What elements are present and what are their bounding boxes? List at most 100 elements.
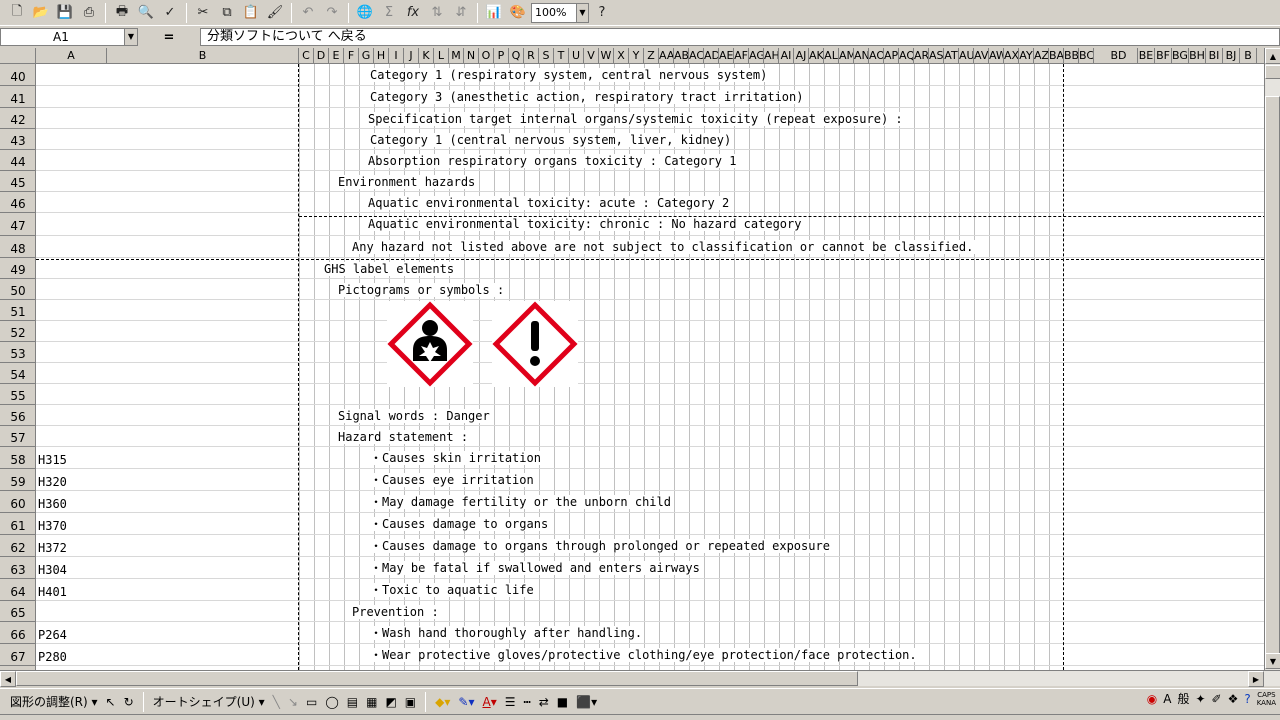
cell-text-67[interactable]: ・Wear protective gloves/protective cloth… — [370, 648, 919, 662]
row-header-58[interactable]: 58 — [0, 447, 36, 469]
row-header-43[interactable]: 43 — [0, 129, 36, 150]
scroll-right-icon[interactable]: ▶ — [1248, 671, 1264, 687]
column-header-bc[interactable]: BC — [1079, 48, 1094, 64]
scroll-left-icon[interactable]: ◀ — [0, 671, 16, 687]
scroll-down-icon[interactable]: ▼ — [1265, 653, 1280, 669]
column-header-be[interactable]: BE — [1138, 48, 1155, 64]
column-header-u[interactable]: U — [569, 48, 584, 64]
autosum-icon[interactable]: Σ — [378, 2, 400, 24]
row-header-46[interactable]: 46 — [0, 192, 36, 213]
column-header-ao[interactable]: AO — [869, 48, 884, 64]
column-header-e[interactable]: E — [329, 48, 344, 64]
formula-input[interactable]: 分類ソフトについて へ戻る — [200, 28, 1280, 46]
print-icon[interactable]: 🖶 — [111, 2, 133, 24]
row-header-55[interactable]: 55 — [0, 384, 36, 405]
sort-ascending-icon[interactable]: ⇅ — [426, 2, 448, 24]
arrow-icon[interactable]: ↘ — [286, 692, 300, 712]
column-header-s[interactable]: S — [539, 48, 554, 64]
row-header-59[interactable]: 59 — [0, 469, 36, 491]
code-cell-59[interactable]: H320 — [38, 475, 67, 489]
row-header-49[interactable]: 49 — [0, 258, 36, 279]
ime-dictionary-icon[interactable]: ✦ — [1195, 692, 1205, 706]
cell-text-41[interactable]: Category 3 (anesthetic action, respirato… — [370, 90, 806, 104]
cell-text-50[interactable]: Pictograms or symbols : — [338, 283, 507, 297]
column-header-ac[interactable]: AC — [689, 48, 704, 64]
cell-text-42[interactable]: Specification target internal organs/sys… — [368, 112, 905, 126]
column-header-am[interactable]: AM — [839, 48, 854, 64]
font-color-icon[interactable]: A ▾ — [480, 692, 498, 712]
arrow-style-icon[interactable]: ⇄ — [537, 692, 551, 712]
cell-text-60[interactable]: ・May damage fertility or the unborn chil… — [370, 495, 673, 509]
column-header-o[interactable]: O — [479, 48, 494, 64]
column-header-al[interactable]: AL — [824, 48, 839, 64]
row-header-45[interactable]: 45 — [0, 171, 36, 192]
column-header-av[interactable]: AV — [974, 48, 989, 64]
cell-text-43[interactable]: Category 1 (central nervous system, live… — [370, 133, 734, 147]
redo-icon[interactable]: ↷ — [321, 2, 343, 24]
column-header-aj[interactable]: AJ — [794, 48, 809, 64]
chevron-down-icon[interactable]: ▼ — [576, 3, 588, 22]
column-header-ae[interactable]: AE — [719, 48, 734, 64]
cell-text-48[interactable]: Any hazard not listed above are not subj… — [352, 240, 976, 254]
column-header-aw[interactable]: AW — [989, 48, 1004, 64]
sort-descending-icon[interactable]: ⇵ — [450, 2, 472, 24]
cell-text-61[interactable]: ・Causes damage to organs — [370, 517, 551, 531]
row-header-56[interactable]: 56 — [0, 405, 36, 426]
column-header-ar[interactable]: AR — [914, 48, 929, 64]
column-header-bh[interactable]: BH — [1189, 48, 1206, 64]
row-header-44[interactable]: 44 — [0, 150, 36, 171]
column-header-g[interactable]: G — [359, 48, 374, 64]
column-header-q[interactable]: Q — [509, 48, 524, 64]
fill-color-icon[interactable]: ◆▾ — [433, 692, 452, 712]
column-header-an[interactable]: AN — [854, 48, 869, 64]
column-header-h[interactable]: H — [374, 48, 389, 64]
line-color-icon[interactable]: ✎▾ — [456, 692, 476, 712]
3d-icon[interactable]: ⬛▾ — [574, 692, 599, 712]
cell-text-66[interactable]: ・Wash hand thoroughly after handling. — [370, 626, 645, 640]
column-header-ay[interactable]: AY — [1019, 48, 1034, 64]
split-box[interactable] — [1265, 65, 1280, 79]
row-header-41[interactable]: 41 — [0, 86, 36, 108]
code-cell-63[interactable]: H304 — [38, 563, 67, 577]
column-header-bj[interactable]: BJ — [1223, 48, 1240, 64]
column-header-ah[interactable]: AH — [764, 48, 779, 64]
ime-logo-icon[interactable]: ◉ — [1147, 692, 1157, 706]
column-header-ap[interactable]: AP — [884, 48, 899, 64]
row-header-62[interactable]: 62 — [0, 535, 36, 557]
horizontal-scroll-thumb[interactable] — [16, 671, 858, 686]
line-style-icon[interactable]: ☰ — [503, 692, 518, 712]
column-header-i[interactable]: I — [389, 48, 404, 64]
code-cell-58[interactable]: H315 — [38, 453, 67, 467]
column-header-c[interactable]: C — [299, 48, 314, 64]
row-header-47[interactable]: 47 — [0, 213, 36, 236]
shadow-icon[interactable]: ■ — [555, 692, 570, 712]
row-header-67[interactable]: 67 — [0, 644, 36, 666]
cell-text-47[interactable]: Aquatic environmental toxicity: chronic … — [368, 217, 804, 231]
row-header-48[interactable]: 48 — [0, 236, 36, 258]
cell-text-57[interactable]: Hazard statement : — [338, 430, 471, 444]
preview-icon[interactable]: 🔍 — [135, 2, 157, 24]
column-header-bf[interactable]: BF — [1155, 48, 1172, 64]
column-header-af[interactable]: AF — [734, 48, 749, 64]
chart-wizard-icon[interactable]: 📊 — [483, 2, 505, 24]
ime-help-icon[interactable]: ? — [1244, 692, 1250, 706]
column-header-b[interactable]: B — [1240, 48, 1257, 64]
column-header-f[interactable]: F — [344, 48, 359, 64]
column-header-x[interactable]: X — [614, 48, 629, 64]
column-header-ax[interactable]: AX — [1004, 48, 1019, 64]
column-header-v[interactable]: V — [584, 48, 599, 64]
column-header-d[interactable]: D — [314, 48, 329, 64]
row-header-53[interactable]: 53 — [0, 342, 36, 363]
ime-tools-icon[interactable]: ❖ — [1228, 692, 1239, 706]
row-header-63[interactable]: 63 — [0, 557, 36, 579]
column-header-m[interactable]: M — [449, 48, 464, 64]
column-header-n[interactable]: N — [464, 48, 479, 64]
column-header-j[interactable]: J — [404, 48, 419, 64]
spellcheck-icon[interactable]: ✓ — [159, 2, 181, 24]
row-header-51[interactable]: 51 — [0, 300, 36, 321]
column-header-at[interactable]: AT — [944, 48, 959, 64]
column-header-az[interactable]: AZ — [1034, 48, 1049, 64]
cell-text-45[interactable]: Environment hazards — [338, 175, 478, 189]
code-cell-67[interactable]: P280 — [38, 650, 67, 664]
cell-text-49[interactable]: GHS label elements — [324, 262, 457, 276]
